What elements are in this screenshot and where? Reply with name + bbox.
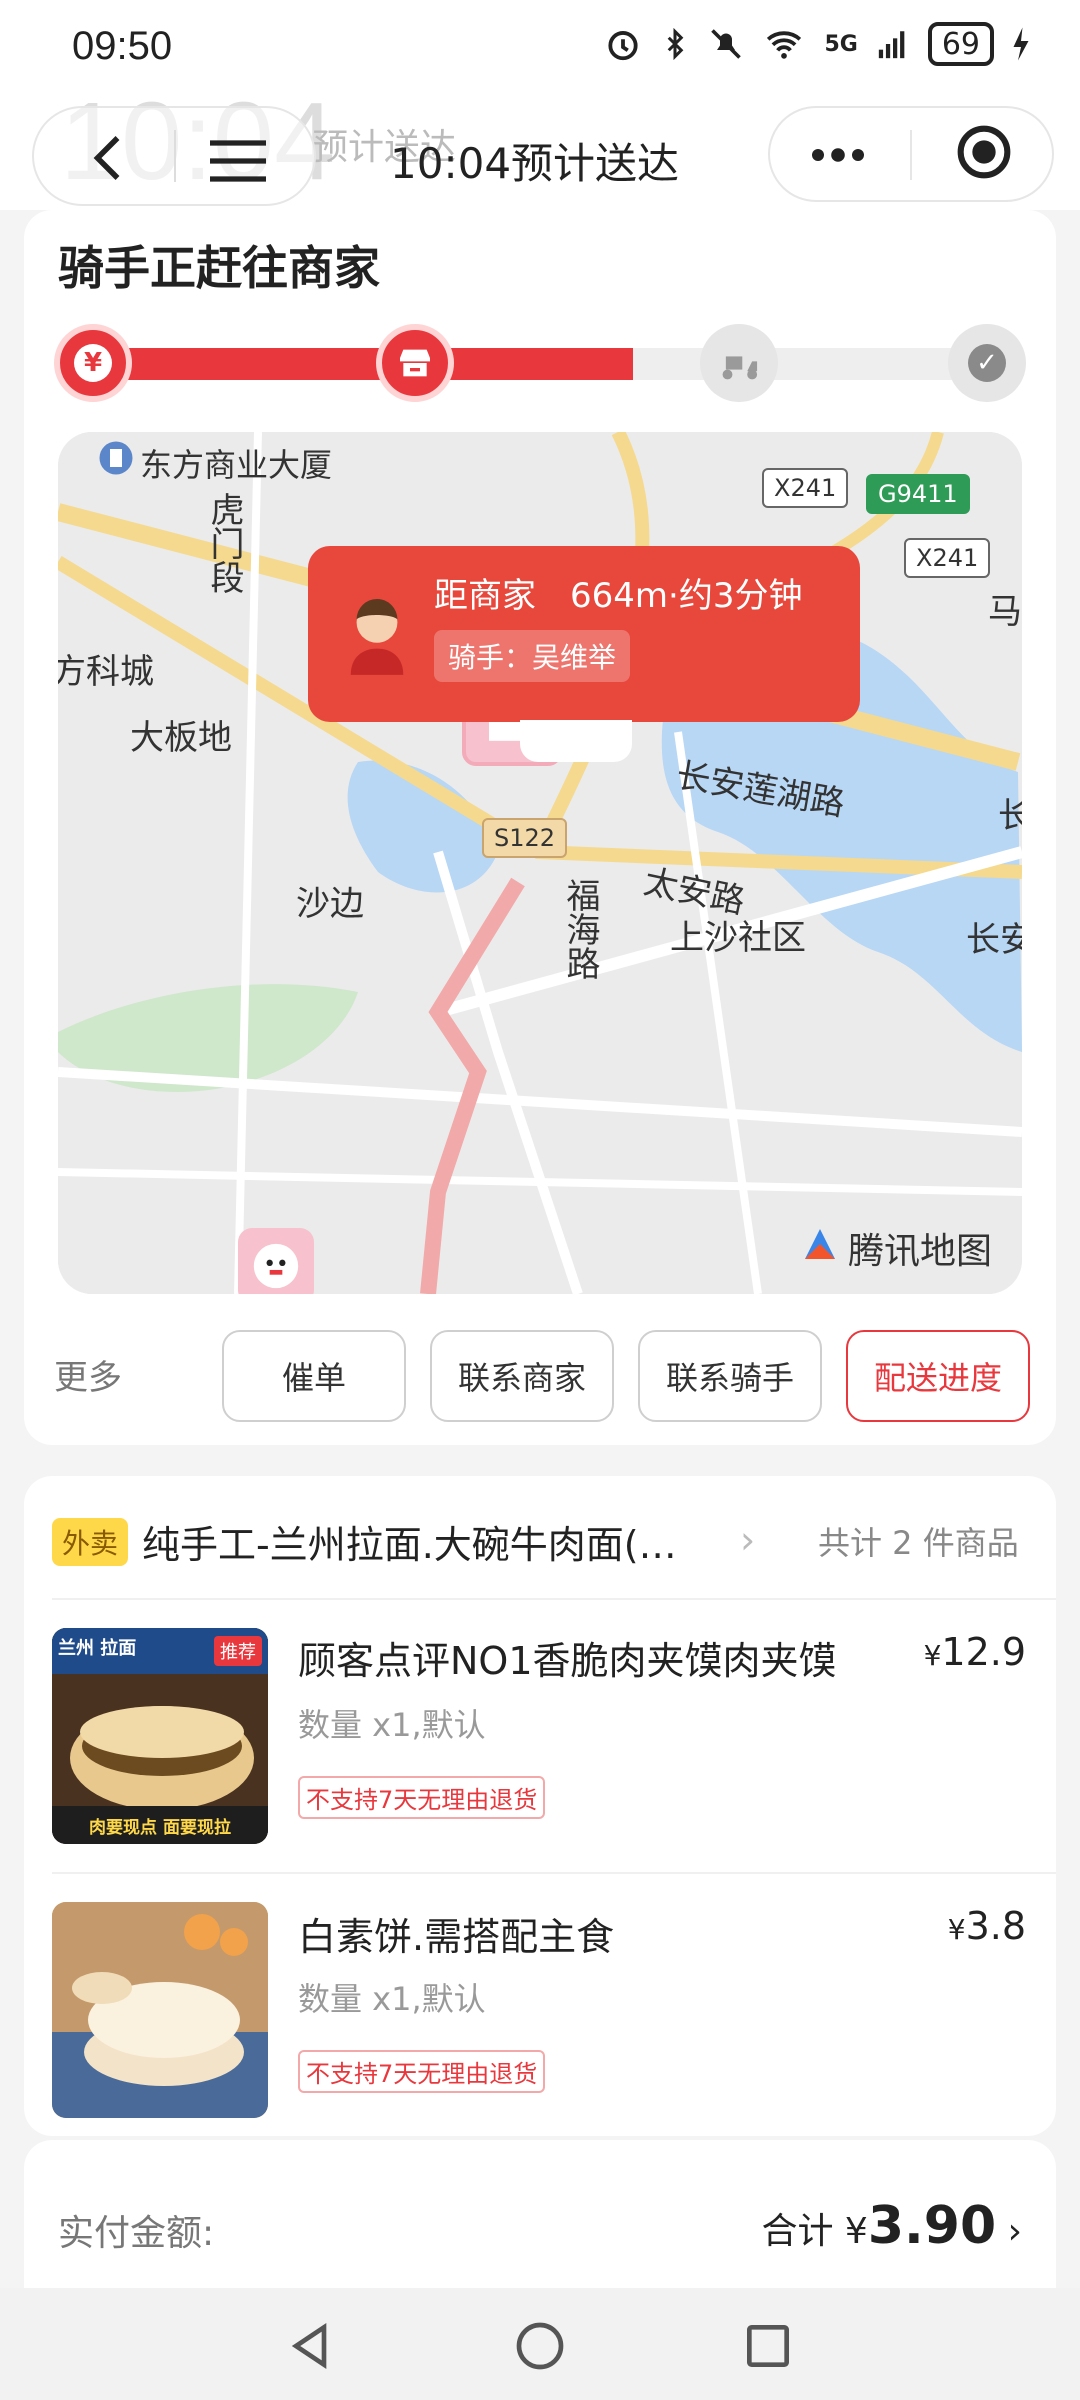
- road-tag-g9411: G9411: [866, 474, 970, 514]
- total-chevron-icon: ›: [1007, 2211, 1022, 2252]
- rider-avatar: [350, 599, 404, 675]
- map-label-dabandi: 大板地: [130, 718, 232, 758]
- item-quantity-baisubing: 数量 x1,默认: [298, 1980, 486, 2018]
- step-merchant: [376, 324, 454, 402]
- urge-order-button[interactable]: 催单: [222, 1330, 406, 1422]
- mute-icon: [711, 29, 742, 59]
- nav-recents-icon[interactable]: [740, 2318, 796, 2374]
- bluetooth-icon: [668, 27, 684, 61]
- divider: [52, 1872, 1056, 1874]
- item-price-baisubing: ¥3.8: [948, 1904, 1026, 1948]
- currency-symbol: ¥: [947, 1913, 966, 1946]
- building-icon: [99, 441, 133, 475]
- map-label-shabian: 沙边: [296, 884, 364, 924]
- road-tag-x241-b: X241: [904, 538, 991, 578]
- map-label-shangsha: 上沙社区: [670, 918, 806, 958]
- rider-status-text: 骑手正赶往商家: [58, 241, 380, 295]
- road-tag-s122: S122: [482, 818, 568, 858]
- popup-tail: [520, 720, 632, 762]
- step-delivering: [700, 324, 778, 402]
- charging-icon: [1013, 27, 1029, 61]
- back-arrow-icon[interactable]: [80, 128, 140, 188]
- network-label: 5G: [824, 31, 858, 57]
- capsule-divider: [174, 130, 176, 182]
- step-paid: ¥: [54, 324, 132, 402]
- paid-amount-label: 实付金额:: [58, 2213, 215, 2254]
- menu-icon[interactable]: [206, 136, 270, 186]
- status-icons: 5G 69: [604, 22, 1030, 66]
- shop-name-link[interactable]: 纯手工-兰州拉面.大碗牛肉面(…: [142, 1514, 712, 1569]
- distance-text: 距商家 664m·约3分钟: [434, 576, 803, 616]
- chevron-right-icon[interactable]: ›: [740, 1518, 755, 1562]
- map-label-humen: 虎门段: [204, 492, 244, 594]
- map-label-kejicheng: 方科城: [58, 652, 154, 692]
- step-delivered: ✓: [948, 324, 1026, 402]
- map-label-dongfang: 东方商业大厦: [140, 446, 333, 484]
- battery-indicator: 69: [927, 22, 994, 66]
- item-thumbnail-baisubing[interactable]: [52, 1902, 268, 2118]
- item-title-roujiamo[interactable]: 顾客点评NO1香脆肉夹馍肉夹馍: [298, 1630, 837, 1685]
- yen-icon: ¥: [74, 344, 112, 382]
- nav-home-icon[interactable]: [512, 2318, 568, 2374]
- map-label-ma: 马: [988, 592, 1022, 632]
- thumb-footer-slogan: 肉要现点 面要现拉: [89, 1818, 231, 1838]
- more-dots-icon[interactable]: [810, 130, 866, 180]
- tencent-map-logo-icon: [805, 1229, 835, 1259]
- item-quantity-roujiamo: 数量 x1,默认: [298, 1706, 486, 1744]
- divider: [52, 1598, 1056, 1600]
- baisubing-image: [52, 1902, 268, 2118]
- item-count: 共计 2 件商品: [818, 1524, 1019, 1562]
- capsule-divider-right: [910, 130, 912, 180]
- price-value: 3.8: [965, 1904, 1026, 1948]
- map-label-fuhai: 福海路: [560, 878, 600, 980]
- total-value: 3.90: [867, 2196, 997, 2256]
- takeout-badge: 外卖: [52, 1518, 129, 1566]
- rider-info-popup: 距商家 664m·约3分钟 骑手：吴维举: [308, 546, 860, 722]
- item-price-roujiamo: ¥12.9: [924, 1630, 1026, 1674]
- status-time: 09:50: [72, 24, 173, 68]
- wifi-icon: [767, 31, 802, 59]
- store-icon: [400, 349, 430, 377]
- alarm-icon: [608, 31, 639, 61]
- scooter-icon: [722, 356, 758, 380]
- check-icon: ✓: [968, 344, 1006, 382]
- contact-rider-button[interactable]: 联系骑手: [638, 1330, 822, 1422]
- contact-merchant-button[interactable]: 联系商家: [430, 1330, 614, 1422]
- price-value: 12.9: [941, 1630, 1026, 1674]
- no-return-badge: 不支持7天无理由退货: [298, 2050, 546, 2093]
- currency-symbol: ¥: [923, 1639, 942, 1672]
- item-thumbnail-roujiamo[interactable]: 兰州 拉面 推荐 肉要现点 面要现拉: [52, 1628, 268, 1844]
- total-amount[interactable]: 合计 ¥3.90 ›: [761, 2196, 1022, 2256]
- recommend-badge: 推荐: [214, 1636, 262, 1666]
- delivery-progress-fill: [90, 348, 633, 380]
- customer-marker[interactable]: [238, 1228, 314, 1294]
- nav-back-icon[interactable]: [282, 2318, 338, 2374]
- delivery-progress-button[interactable]: 配送进度: [846, 1330, 1030, 1422]
- more-label[interactable]: 更多: [54, 1350, 122, 1399]
- signal-icon: [878, 31, 905, 59]
- total-prefix: 合计 ¥: [761, 2211, 868, 2252]
- map-label-chang: 长: [998, 796, 1022, 836]
- map-label-changan-right: 长安: [966, 920, 1022, 960]
- page-title: 10:04预计送达: [390, 139, 680, 188]
- no-return-badge: 不支持7天无理由退货: [298, 1776, 546, 1819]
- item-title-baisubing[interactable]: 白素饼.需搭配主食: [298, 1906, 614, 1961]
- thumb-brand-label: 兰州 拉面: [58, 1638, 137, 1659]
- mascot-icon: [253, 1243, 299, 1289]
- close-record-icon[interactable]: [956, 124, 1012, 180]
- road-tag-x241-a: X241: [762, 468, 849, 508]
- map-brand-label: 腾讯地图: [848, 1231, 993, 1272]
- rider-name: 骑手：吴维举: [434, 630, 631, 682]
